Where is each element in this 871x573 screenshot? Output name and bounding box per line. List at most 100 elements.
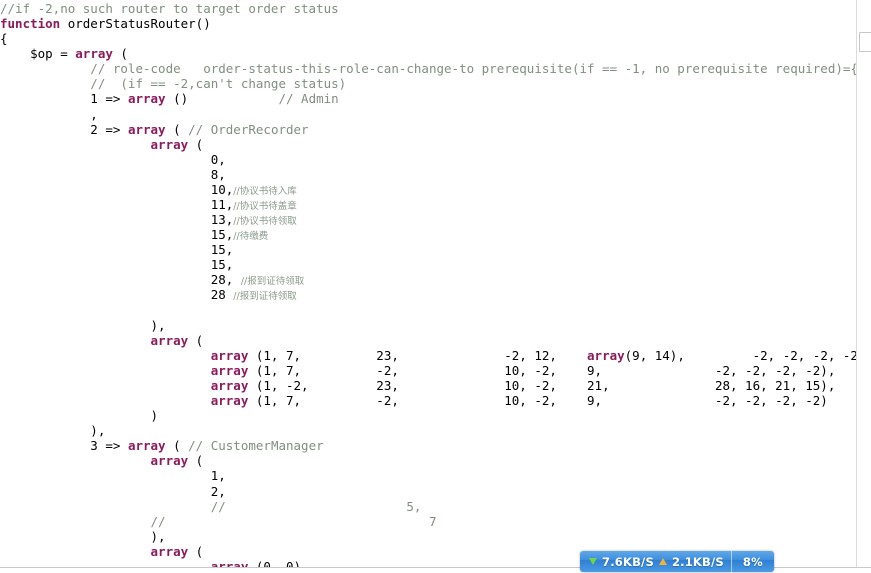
code-line: 28 //报到证待领取 xyxy=(0,287,871,302)
code-token: ), xyxy=(0,528,166,544)
code-token: array xyxy=(587,347,625,363)
code-token: array xyxy=(127,438,166,454)
code-token: $op = xyxy=(0,46,76,62)
code-token: array xyxy=(150,543,189,559)
code-line: 8, xyxy=(0,167,871,182)
code-line: ), xyxy=(0,318,871,333)
code-token: array xyxy=(210,377,249,393)
code-token: 2 => xyxy=(0,121,128,137)
code-token: ( xyxy=(112,46,128,62)
code-line: , xyxy=(0,107,871,122)
code-token: 15, xyxy=(0,242,234,258)
code-token: ( xyxy=(188,136,204,152)
code-token: //协议书待盖章 xyxy=(233,201,297,213)
code-line: 2, xyxy=(0,484,871,499)
code-token: // xyxy=(0,513,429,529)
code-token: // (if == -2,can't change status) xyxy=(0,76,347,92)
code-token: 13, xyxy=(0,212,234,228)
network-speed-readout[interactable]: 7.6KB/S 2.1KB/S xyxy=(580,551,731,572)
code-line: ), xyxy=(0,529,871,544)
code-token: 11, xyxy=(0,197,234,213)
code-token: //协议书待领取 xyxy=(233,216,297,228)
code-token: 8, xyxy=(0,166,226,182)
vertical-scrollbar-thumb[interactable] xyxy=(859,32,871,52)
code-content[interactable]: //if -2,no such router to target order s… xyxy=(0,1,871,567)
code-line: ) xyxy=(0,408,871,423)
code-line: // (if == -2,can't change status) xyxy=(0,76,871,91)
code-line: // role-code order-status-this-role-can-… xyxy=(0,61,871,76)
network-speed-widget[interactable]: 7.6KB/S 2.1KB/S 8% xyxy=(580,551,774,572)
code-token: 15, xyxy=(0,257,234,273)
code-token: ( xyxy=(165,438,189,454)
code-line: 15, xyxy=(0,257,871,272)
code-token: //协议书待入库 xyxy=(233,185,297,197)
code-token: array xyxy=(127,91,166,107)
upload-speed-value: 2.1KB/S xyxy=(671,554,724,569)
code-token: //报到证待领取 xyxy=(240,276,305,288)
code-token: // CustomerManager xyxy=(188,438,324,454)
cpu-usage-segment[interactable]: 8% xyxy=(730,551,774,572)
code-token: ( xyxy=(188,453,204,469)
code-line: ), xyxy=(0,423,871,438)
code-line: array ( xyxy=(0,333,871,348)
code-editor[interactable]: //if -2,no such router to target order s… xyxy=(0,0,871,567)
code-token: 28 xyxy=(0,287,234,303)
download-speed-value: 7.6KB/S xyxy=(602,554,654,569)
code-line: { xyxy=(0,31,871,46)
code-line: array ( xyxy=(0,137,871,152)
code-line: 10,//协议书待入库 xyxy=(0,182,871,197)
code-line: array (1, 7, -2, 10, -2, 9, -2, -2, -2, … xyxy=(0,363,871,378)
code-token: orderStatusRouter() xyxy=(67,16,211,32)
code-token: (1, -2, 23, 10, -2, 21, 28, 16, 21, 15), xyxy=(248,377,836,393)
screen: //if -2,no such router to target order s… xyxy=(0,0,871,573)
code-token: // role-code order-status-this-role-can-… xyxy=(0,61,871,77)
code-line: 1 => array () // Admin xyxy=(0,91,871,106)
code-line: 3 => array ( // CustomerManager xyxy=(0,438,871,453)
code-token: array xyxy=(75,46,113,62)
code-token: (1, 7, 23, -2, 12, xyxy=(248,347,588,363)
code-token: array xyxy=(210,558,249,567)
code-token: 5, xyxy=(406,498,422,514)
code-token: 1 => xyxy=(0,91,128,107)
code-token: 1, xyxy=(0,468,226,484)
code-token: array xyxy=(210,393,249,409)
code-line: $op = array ( xyxy=(0,46,871,61)
code-token: array xyxy=(150,453,189,469)
code-token: 3 => xyxy=(0,438,128,454)
code-token: 10, xyxy=(0,181,234,197)
code-token: ) xyxy=(0,408,159,424)
code-line: function orderStatusRouter() xyxy=(0,16,871,31)
code-line: //if -2,no such router to target order s… xyxy=(0,1,871,16)
code-token: //待缴费 xyxy=(233,231,269,243)
code-token: () xyxy=(165,91,279,107)
code-token: ( xyxy=(188,332,204,348)
arrow-up-icon xyxy=(658,558,667,565)
code-line: array (1, 7, 23, -2, 12, array(9, 14), -… xyxy=(0,348,871,363)
code-token: function xyxy=(0,16,68,32)
code-line: 15, xyxy=(0,242,871,257)
code-token: array xyxy=(210,362,249,378)
code-token: array xyxy=(210,347,249,363)
code-token: ), xyxy=(0,423,106,439)
code-token: (1, 7, -2, 10, -2, 9, -2, -2, -2, -2) xyxy=(248,393,828,409)
code-token: 0, xyxy=(0,151,226,167)
code-token: ), xyxy=(0,317,166,333)
code-token: 28, xyxy=(0,272,241,288)
code-line: 13,//协议书待领取 xyxy=(0,212,871,227)
code-token: (9, 14), -2, -2, -2, -2), xyxy=(624,347,871,363)
arrow-down-icon xyxy=(589,558,597,565)
code-line: 28, //报到证待领取 xyxy=(0,272,871,287)
code-token: //if -2,no such router to target order s… xyxy=(0,1,339,16)
code-line: 11,//协议书待盖章 xyxy=(0,197,871,212)
code-line: 2 => array ( // OrderRecorder xyxy=(0,122,871,137)
code-token: (1, 7, -2, 10, -2, 9, -2, -2, -2, -2), xyxy=(248,362,836,378)
cpu-usage-value: 8% xyxy=(742,554,763,569)
